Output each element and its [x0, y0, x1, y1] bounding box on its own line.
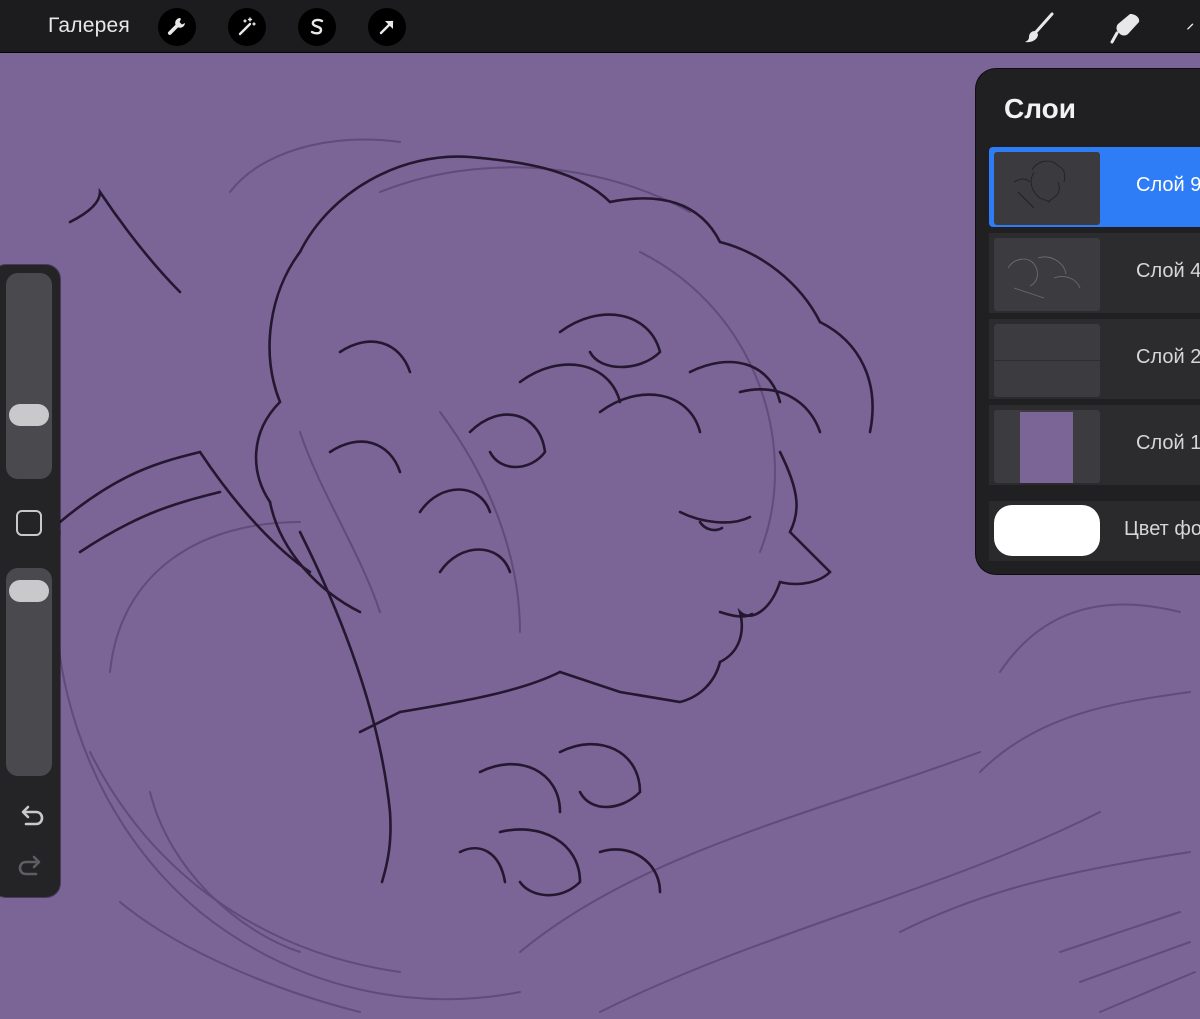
procreate-app: Галерея Слои Слой 9 Слой 4 Слой 2 Слой 1… [0, 0, 1200, 1019]
layer-label: Слой 9 [1136, 174, 1200, 196]
transform-button[interactable] [368, 8, 406, 46]
layer-label: Слой 2 [1136, 346, 1200, 368]
opacity-slider[interactable] [6, 568, 52, 776]
background-color-swatch[interactable] [994, 505, 1100, 556]
layer-label: Слой 1 [1136, 432, 1200, 454]
brush-button[interactable] [1020, 8, 1060, 48]
transform-arrow-icon [379, 20, 394, 35]
brush-size-thumb[interactable] [9, 404, 49, 427]
redo-button[interactable] [16, 851, 46, 881]
top-toolbar: Галерея [0, 0, 1200, 53]
layer-thumbnail [994, 152, 1100, 225]
selection-button[interactable] [298, 8, 336, 46]
background-color-label: Цвет фона [1124, 518, 1200, 540]
gallery-link[interactable]: Галерея [48, 14, 130, 38]
eraser-button[interactable] [1186, 8, 1200, 48]
layer-row-4[interactable]: Слой 4 [989, 233, 1200, 313]
layers-title: Слои [1004, 93, 1076, 124]
layer-row-9[interactable]: Слой 9 [989, 147, 1200, 227]
actions-button[interactable] [158, 8, 196, 46]
layer-thumbnail [994, 324, 1100, 397]
layers-panel: Слои Слой 9 Слой 4 Слой 2 Слой 1 Цвет фо [976, 69, 1200, 574]
magic-wand-icon [238, 17, 256, 36]
smudge-button[interactable] [1106, 8, 1146, 48]
wrench-icon [167, 18, 185, 35]
brush-icon [1025, 12, 1054, 43]
opacity-thumb[interactable] [9, 580, 49, 602]
background-color-row[interactable]: Цвет фона [989, 501, 1200, 561]
layer-label: Слой 4 [1136, 260, 1200, 282]
modify-button[interactable] [16, 510, 42, 536]
left-sidebar [0, 265, 60, 897]
brush-size-slider[interactable] [6, 273, 52, 479]
layer-row-1[interactable]: Слой 1 [989, 405, 1200, 485]
undo-button[interactable] [16, 801, 46, 831]
layer-thumbnail [994, 238, 1100, 311]
layer-row-2[interactable]: Слой 2 [989, 319, 1200, 399]
selection-s-icon [310, 18, 324, 35]
redo-icon [18, 855, 41, 876]
adjustments-button[interactable] [228, 8, 266, 46]
layer-color-fill [1020, 412, 1073, 483]
undo-icon [21, 805, 44, 826]
smudge-icon [1110, 14, 1140, 44]
layer-thumbnail [994, 410, 1100, 483]
eraser-icon [1187, 23, 1194, 30]
